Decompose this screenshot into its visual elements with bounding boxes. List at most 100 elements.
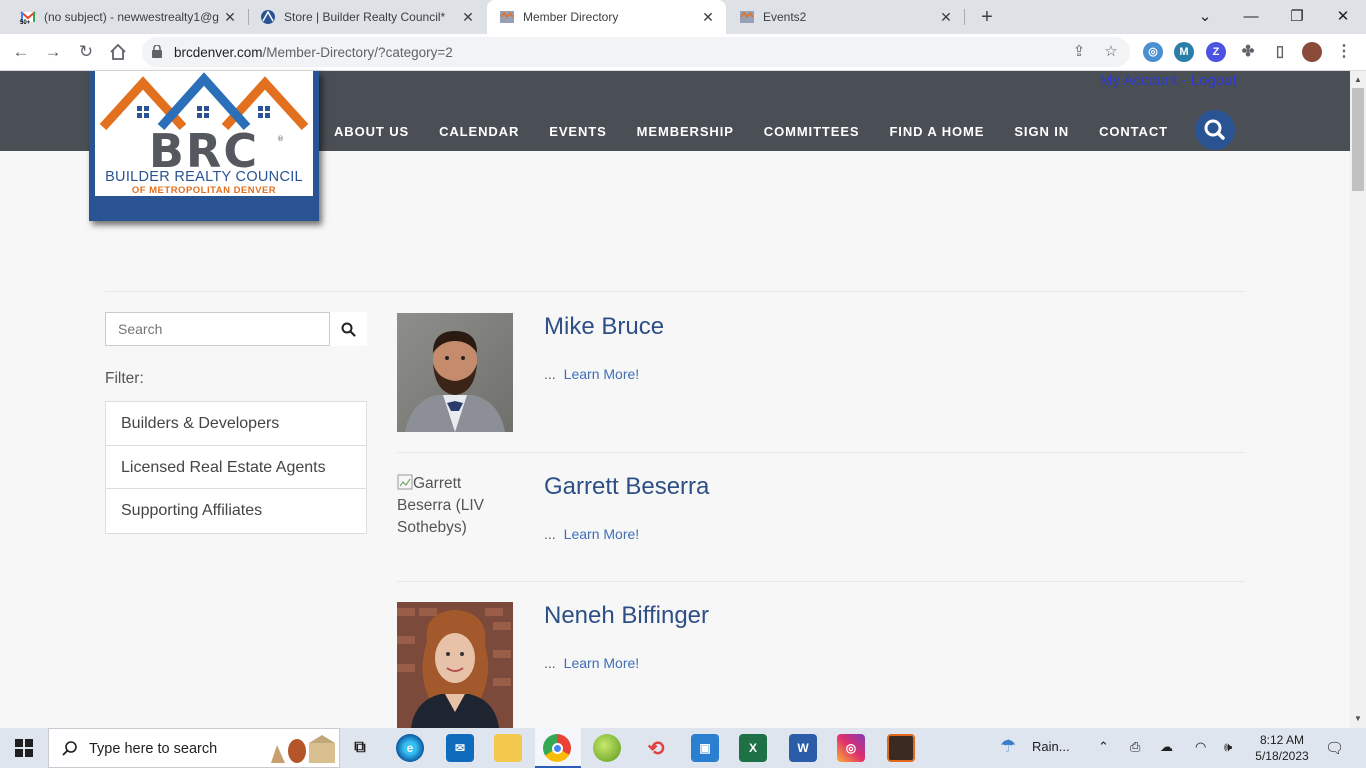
nav-committees[interactable]: COMMITTEES [764, 124, 860, 139]
nav-sign-in[interactable]: SIGN IN [1014, 124, 1069, 139]
weather-rain-icon[interactable]: ☂ [1000, 736, 1016, 757]
directory-search-input[interactable] [106, 313, 329, 345]
close-icon[interactable]: ✕ [938, 9, 954, 25]
wifi-icon[interactable]: ◠ [1195, 739, 1206, 755]
gmail-icon: 50+ [20, 11, 36, 25]
my-account-link[interactable]: My Account [1100, 72, 1178, 89]
divider [397, 452, 1245, 453]
member-photo-broken[interactable]: Garrett Beserra (LIV Sothebys) [397, 473, 513, 539]
word-icon[interactable]: W [789, 734, 817, 762]
profile-avatar[interactable] [1302, 42, 1322, 62]
filter-builders-developers[interactable]: Builders & Developers [106, 402, 366, 446]
member-photo[interactable] [397, 313, 513, 432]
puzzle-extensions-icon[interactable]: ✤ [1238, 42, 1258, 62]
account-links: My Account - Logout [1100, 72, 1237, 89]
filter-licensed-agents[interactable]: Licensed Real Estate Agents [106, 446, 366, 489]
filter-supporting-affiliates[interactable]: Supporting Affiliates [106, 489, 366, 533]
app-swirl-icon[interactable]: ⟲ [642, 734, 670, 762]
windows-taskbar: Type here to search ⧉ e ✉ ⟲ ▣ X W ◎ ☂ Ra… [0, 728, 1366, 768]
tab-member-directory[interactable]: Member Directory ✕ [487, 0, 726, 34]
tab-search-chevron-icon[interactable]: ⌄ [1193, 5, 1217, 29]
tray-chevron-up-icon[interactable]: ⌃ [1098, 739, 1109, 755]
tab-title: Store | Builder Realty Council* [284, 10, 446, 24]
forward-button[interactable]: → [41, 40, 65, 64]
tab-title: Events2 [763, 10, 807, 24]
task-view-icon[interactable]: ⧉ [346, 734, 374, 762]
edge-icon[interactable]: e [396, 734, 424, 762]
volume-icon[interactable]: 🕪 [1224, 739, 1232, 755]
bookmark-star-icon[interactable]: ☆ [1102, 43, 1120, 61]
logo-line-1: BUILDER REALTY COUNCIL [105, 169, 303, 185]
search-icon [341, 322, 356, 337]
learn-more-link[interactable]: Learn More! [564, 526, 639, 542]
address-bar[interactable]: brcdenver.com/Member-Directory/?category… [142, 37, 1130, 67]
minimize-button[interactable]: — [1239, 5, 1263, 29]
instagram-icon[interactable]: ◎ [837, 734, 865, 762]
restore-button[interactable]: ❐ [1285, 5, 1309, 29]
app-window-icon[interactable]: ▣ [691, 734, 719, 762]
reload-button[interactable]: ↻ [74, 40, 98, 64]
learn-more-link[interactable]: Learn More! [564, 366, 639, 382]
house-roofs-graphic: BRC ® [99, 72, 309, 169]
tab-gmail[interactable]: 50+ (no subject) - newwestrealty1@g ✕ [8, 0, 248, 34]
share-icon[interactable]: ⇪ [1070, 43, 1088, 61]
member-excerpt: ... Learn More! [544, 526, 640, 542]
meet-now-icon[interactable]: ⎙ [1130, 739, 1140, 755]
member-excerpt: ... Learn More! [544, 655, 640, 671]
directory-search-button[interactable] [330, 312, 367, 346]
weather-text[interactable]: Rain... [1032, 739, 1070, 754]
url-text: brcdenver.com/Member-Directory/?category… [174, 45, 453, 60]
side-panel-icon[interactable]: ▯ [1270, 42, 1290, 62]
back-button[interactable]: ← [9, 40, 33, 64]
member-card: Neneh Biffinger ... Learn More! [397, 602, 1245, 728]
directory-search-field[interactable] [105, 312, 330, 346]
main-nav: ABOUT US CALENDAR EVENTS MEMBERSHIP COMM… [334, 124, 1198, 139]
notifications-icon[interactable]: 🗨 [1325, 739, 1344, 757]
member-name[interactable]: Mike Bruce [544, 313, 664, 341]
taskbar-clock[interactable]: 8:12 AM 5/18/2023 [1252, 732, 1312, 764]
divider [397, 581, 1245, 582]
nav-contact[interactable]: CONTACT [1099, 124, 1168, 139]
nav-calendar[interactable]: CALENDAR [439, 124, 519, 139]
page-scrollbar[interactable]: ▲ ▼ [1350, 71, 1366, 728]
extension-icon[interactable]: ◎ [1143, 42, 1163, 62]
onedrive-cloud-icon[interactable]: ☁ [1160, 739, 1173, 755]
member-card: Garrett Beserra (LIV Sothebys) Garrett B… [397, 473, 1245, 563]
windows-start-icon[interactable] [15, 739, 33, 757]
scrollbar-thumb[interactable] [1352, 88, 1364, 191]
logout-link[interactable]: Logout [1191, 72, 1237, 89]
tab-store[interactable]: Store | Builder Realty Council* ✕ [248, 0, 486, 34]
scroll-up-arrow-icon[interactable]: ▲ [1354, 75, 1362, 84]
extension-z-icon[interactable]: Z [1206, 42, 1226, 62]
site-search-button[interactable] [1195, 110, 1235, 150]
excel-icon[interactable]: X [739, 734, 767, 762]
app-green-orb-icon[interactable] [593, 734, 621, 762]
chrome-icon[interactable] [543, 734, 571, 762]
nav-membership[interactable]: MEMBERSHIP [637, 124, 734, 139]
member-photo[interactable] [397, 602, 513, 728]
close-window-button[interactable]: ✕ [1331, 5, 1355, 29]
search-icon [62, 741, 77, 756]
file-explorer-icon[interactable] [494, 734, 522, 762]
taskbar-search-box[interactable]: Type here to search [48, 728, 340, 768]
member-name[interactable]: Neneh Biffinger [544, 602, 709, 630]
nav-events[interactable]: EVENTS [549, 124, 606, 139]
divider [105, 291, 1245, 292]
mail-icon[interactable]: ✉ [446, 734, 474, 762]
brc-logo[interactable]: BRC ® BUILDER REALTY COUNCIL OF METROPOL… [89, 71, 319, 221]
close-icon[interactable]: ✕ [700, 9, 716, 25]
learn-more-link[interactable]: Learn More! [564, 655, 639, 671]
nav-find-a-home[interactable]: FIND A HOME [889, 124, 984, 139]
tab-events2[interactable]: Events2 ✕ [727, 0, 964, 34]
member-name[interactable]: Garrett Beserra [544, 473, 709, 501]
close-icon[interactable]: ✕ [460, 9, 476, 25]
scroll-down-arrow-icon[interactable]: ▼ [1354, 714, 1362, 723]
app-dark-icon[interactable] [887, 734, 915, 762]
close-icon[interactable]: ✕ [222, 9, 238, 25]
home-button[interactable] [106, 40, 130, 64]
menu-kebab-icon[interactable]: ⋮ [1334, 42, 1354, 62]
new-tab-button[interactable]: + [977, 7, 997, 27]
extension-m-icon[interactable]: M [1174, 42, 1194, 62]
broken-image-icon [397, 474, 413, 490]
nav-about-us[interactable]: ABOUT US [334, 124, 409, 139]
